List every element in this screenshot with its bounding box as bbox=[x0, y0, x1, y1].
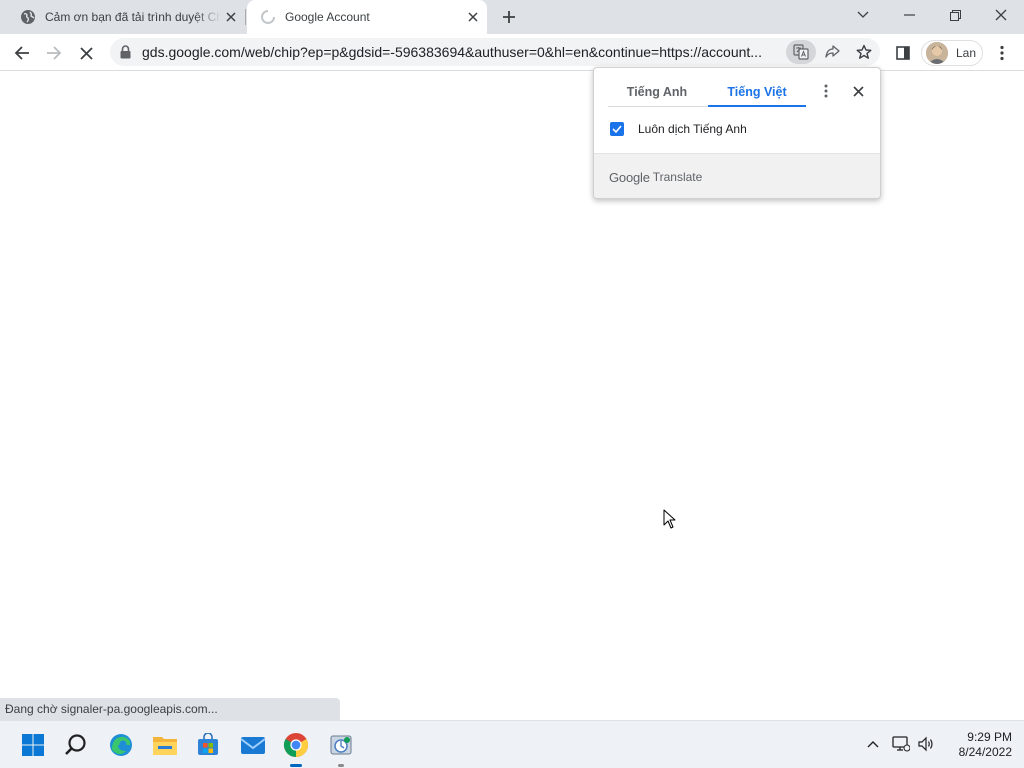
new-tab-button[interactable] bbox=[497, 5, 521, 29]
system-clock[interactable]: 9:29 PM 8/24/2022 bbox=[940, 730, 1012, 760]
tab-google-account[interactable]: Google Account bbox=[247, 0, 487, 34]
tab-source-language[interactable]: Tiếng Anh bbox=[608, 78, 706, 106]
more-options-icon[interactable] bbox=[816, 81, 836, 101]
active-tab-indicator bbox=[708, 105, 806, 107]
edge-icon[interactable] bbox=[105, 729, 137, 761]
search-icon[interactable] bbox=[60, 729, 92, 761]
back-arrow-icon[interactable] bbox=[8, 39, 36, 67]
profile-name: Lan bbox=[956, 46, 977, 60]
file-explorer-icon[interactable] bbox=[149, 729, 181, 761]
mouse-cursor-icon bbox=[663, 509, 677, 534]
avatar bbox=[926, 42, 948, 64]
menu-kebab-icon[interactable] bbox=[988, 39, 1016, 67]
running-app-indicator bbox=[338, 764, 344, 767]
forward-arrow-icon[interactable] bbox=[40, 39, 68, 67]
minimize-icon[interactable] bbox=[886, 0, 932, 30]
restore-icon[interactable] bbox=[932, 0, 978, 30]
network-icon[interactable] bbox=[890, 733, 912, 755]
close-tab-icon[interactable] bbox=[221, 7, 241, 27]
translate-popup: Tiếng Anh Tiếng Việt Luôn dịch Tiếng Anh… bbox=[593, 67, 881, 199]
share-icon[interactable] bbox=[820, 40, 844, 64]
tab-search-chevron-down-icon[interactable] bbox=[840, 0, 886, 30]
mail-icon[interactable] bbox=[237, 729, 269, 761]
globe-icon bbox=[20, 9, 36, 25]
bookmark-star-icon[interactable] bbox=[852, 40, 876, 64]
stop-loading-icon[interactable] bbox=[72, 39, 100, 67]
side-panel-icon[interactable] bbox=[889, 39, 917, 67]
always-translate-checkbox[interactable] bbox=[610, 122, 624, 136]
translate-label: Translate bbox=[652, 170, 703, 184]
volume-icon[interactable] bbox=[915, 733, 937, 755]
tab-thank-you[interactable]: Cảm ơn bạn đã tải trình duyệt Chrome bbox=[0, 0, 245, 34]
loading-spinner-icon bbox=[260, 9, 276, 25]
chevron-up-icon[interactable] bbox=[862, 733, 884, 755]
tab-title: Cảm ơn bạn đã tải trình duyệt Chrome bbox=[45, 10, 221, 24]
active-app-indicator bbox=[290, 764, 302, 767]
lock-icon[interactable] bbox=[120, 45, 131, 64]
translate-icon[interactable] bbox=[786, 40, 816, 64]
tab-strip: Cảm ơn bạn đã tải trình duyệt Chrome Goo… bbox=[0, 0, 1024, 34]
google-translate-footer: Google Translate bbox=[594, 153, 880, 198]
windows-start-icon[interactable] bbox=[17, 729, 49, 761]
status-bubble: Đang chờ signaler-pa.googleapis.com... bbox=[0, 698, 340, 720]
always-translate-row[interactable]: Luôn dịch Tiếng Anh bbox=[610, 120, 747, 138]
setup-icon[interactable] bbox=[325, 729, 357, 761]
clock-date: 8/24/2022 bbox=[958, 745, 1012, 759]
close-tab-icon[interactable] bbox=[463, 7, 483, 27]
window-close-icon[interactable] bbox=[978, 0, 1024, 30]
address-bar[interactable]: gds.google.com/web/chip?ep=p&gdsid=-5963… bbox=[110, 38, 880, 66]
chrome-icon[interactable] bbox=[280, 729, 312, 761]
tab-separator bbox=[245, 9, 246, 25]
tab-target-language[interactable]: Tiếng Việt bbox=[708, 78, 806, 106]
store-icon[interactable] bbox=[192, 729, 224, 761]
taskbar: 9:29 PM 8/24/2022 bbox=[0, 720, 1024, 768]
google-logo: Google bbox=[609, 169, 650, 185]
close-icon[interactable] bbox=[848, 81, 868, 101]
tab-title: Google Account bbox=[285, 10, 370, 24]
profile-button[interactable]: Lan bbox=[921, 40, 983, 66]
clock-time: 9:29 PM bbox=[967, 730, 1012, 744]
always-translate-label: Luôn dịch Tiếng Anh bbox=[638, 122, 747, 136]
browser-toolbar: gds.google.com/web/chip?ep=p&gdsid=-5963… bbox=[0, 34, 1024, 71]
url-text[interactable]: gds.google.com/web/chip?ep=p&gdsid=-5963… bbox=[142, 38, 782, 66]
